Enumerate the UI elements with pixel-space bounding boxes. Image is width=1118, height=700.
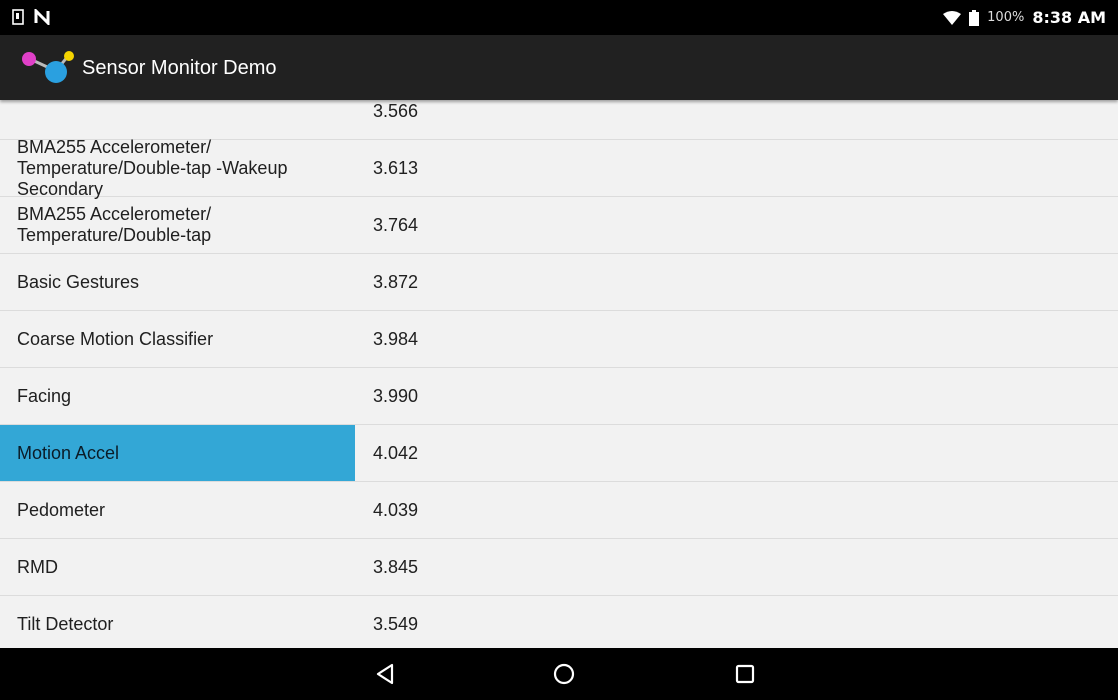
action-bar: Sensor Monitor Demo bbox=[0, 35, 1118, 100]
sensor-list[interactable]: 3.566 BMA255 Accelerometer/ Temperature/D… bbox=[0, 100, 1118, 648]
sensor-list-row[interactable]: BMA255 Accelerometer/ Temperature/Double… bbox=[0, 136, 1118, 199]
sim-card-icon bbox=[12, 9, 24, 25]
status-right: 100% 8:38 AM bbox=[943, 8, 1106, 27]
app-logo-icon bbox=[22, 51, 74, 83]
sensor-list-inner: 3.566 BMA255 Accelerometer/ Temperature/D… bbox=[0, 100, 1118, 648]
sensor-name: Coarse Motion Classifier bbox=[17, 328, 214, 349]
sensor-name: Facing bbox=[17, 385, 72, 406]
sensor-value: 3.845 bbox=[373, 556, 419, 577]
sensor-value: 3.566 bbox=[373, 100, 419, 121]
sensor-list-row[interactable]: RMD 3.845 bbox=[0, 539, 1118, 596]
sensor-value: 3.613 bbox=[373, 157, 419, 178]
battery-percent: 100% bbox=[987, 10, 1025, 25]
sensor-name: RMD bbox=[17, 556, 58, 577]
sensor-name: Motion Accel bbox=[0, 425, 355, 481]
app-title: Sensor Monitor Demo bbox=[82, 57, 277, 79]
sensor-name: Basic Gestures bbox=[17, 271, 140, 292]
sensor-name bbox=[0, 100, 355, 139]
sensor-list-row[interactable]: Coarse Motion Classifier 3.984 bbox=[0, 311, 1118, 368]
status-left bbox=[12, 9, 50, 25]
sensor-value: 4.039 bbox=[373, 499, 419, 520]
recents-icon[interactable] bbox=[732, 661, 758, 687]
battery-icon bbox=[969, 9, 980, 26]
sensor-name: Pedometer bbox=[17, 499, 106, 520]
status-time: 8:38 AM bbox=[1032, 8, 1106, 27]
sensor-list-row[interactable]: 3.566 bbox=[0, 100, 1118, 140]
back-icon[interactable] bbox=[373, 661, 399, 687]
home-icon[interactable] bbox=[551, 661, 577, 687]
sensor-value: 3.984 bbox=[373, 328, 419, 349]
sensor-list-row[interactable]: Tilt Detector 3.549 bbox=[0, 596, 1118, 648]
sensor-list-row[interactable]: BMA255 Accelerometer/ Temperature/Double… bbox=[0, 197, 1118, 254]
sensor-value: 3.549 bbox=[373, 613, 419, 634]
sensor-value: 4.042 bbox=[373, 442, 419, 463]
sensor-value: 3.764 bbox=[373, 214, 419, 235]
status-bar: 100% 8:38 AM bbox=[0, 0, 1118, 35]
sensor-name: BMA255 Accelerometer/ Temperature/Double… bbox=[17, 204, 212, 245]
sensor-value: 3.872 bbox=[373, 271, 419, 292]
sensor-list-row[interactable]: Pedometer 4.039 bbox=[0, 482, 1118, 539]
sensor-list-row[interactable]: Facing 3.990 bbox=[0, 368, 1118, 425]
sensor-list-row[interactable]: Basic Gestures 3.872 bbox=[0, 254, 1118, 311]
sensor-name: BMA255 Accelerometer/ Temperature/Double… bbox=[17, 136, 288, 199]
wifi-icon bbox=[943, 10, 962, 25]
navigation-bar bbox=[0, 648, 1118, 700]
sensor-list-row[interactable]: Motion Accel 4.042 bbox=[0, 425, 1118, 482]
sensor-name: Tilt Detector bbox=[17, 613, 114, 634]
nfc-n-icon bbox=[34, 9, 50, 25]
sensor-value: 3.990 bbox=[373, 385, 419, 406]
